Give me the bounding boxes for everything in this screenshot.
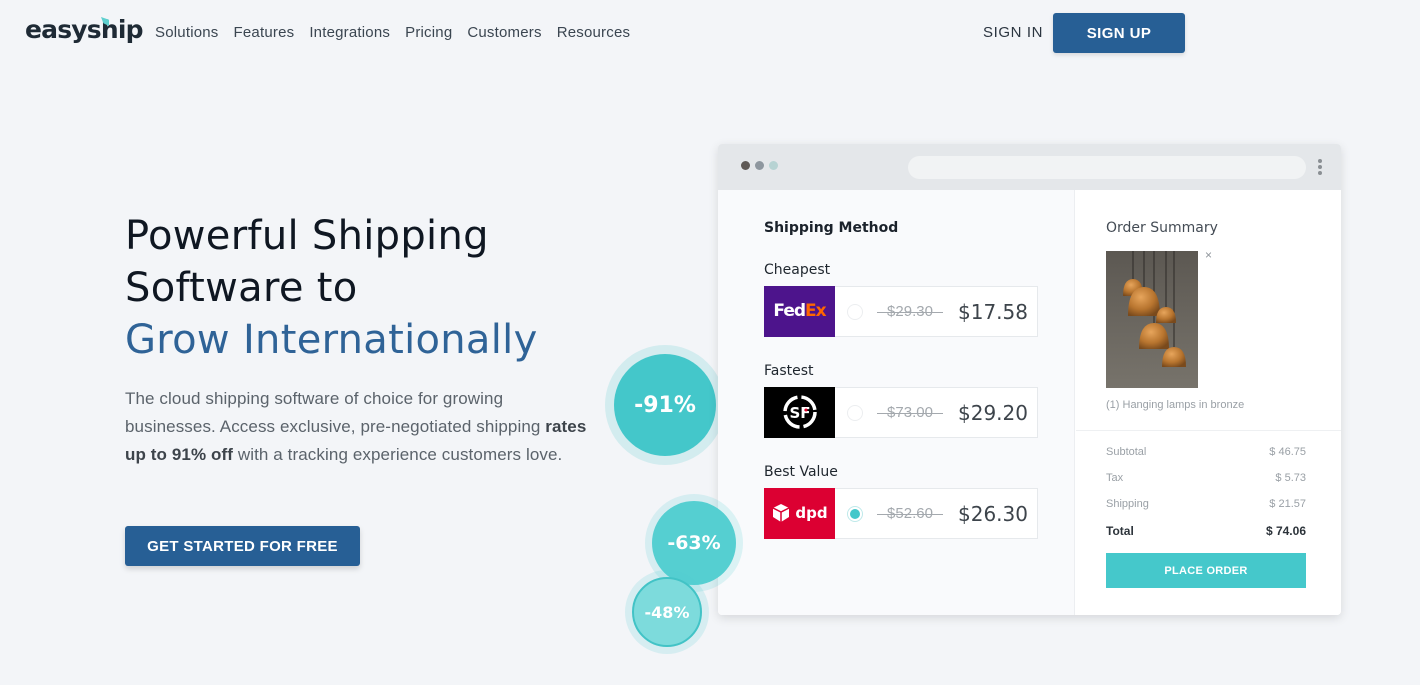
subtotal-row: Subtotal $ 46.75	[1106, 446, 1306, 458]
sign-in-link[interactable]: SIGN IN	[983, 24, 1043, 41]
order-summary-pane: Order Summary × (1) Hanging lamps in bro…	[1076, 190, 1341, 615]
nav-links: Solutions Features Integrations Pricing …	[155, 24, 630, 41]
option-label: Fastest	[764, 363, 814, 379]
radio-button-selected[interactable]	[847, 505, 863, 522]
divider	[1076, 430, 1341, 431]
hero-title-line2: Software to	[125, 265, 358, 311]
total-row: Total $ 74.06	[1106, 524, 1306, 538]
shipping-option: Fastest SF $73.00 $29.20	[764, 363, 1038, 438]
nav-solutions[interactable]: Solutions	[155, 24, 219, 41]
shipping-option: Best Value dpd $52.60 $26.30	[764, 464, 1038, 539]
price: $26.30	[958, 501, 1028, 526]
place-order-button[interactable]: PLACE ORDER	[1106, 553, 1306, 588]
discount-badge-48: -48%	[632, 577, 702, 647]
hero-title: Powerful Shipping Software to Grow Inter…	[125, 210, 538, 366]
order-summary-title: Order Summary	[1106, 220, 1218, 236]
old-price: $52.60	[877, 505, 943, 522]
hero-title-line3: Grow Internationally	[125, 317, 538, 363]
radio-button[interactable]	[847, 303, 863, 320]
option-label: Cheapest	[764, 262, 831, 278]
svg-text:SF: SF	[789, 404, 810, 422]
radio-button[interactable]	[847, 404, 863, 421]
nav-features[interactable]: Features	[234, 24, 295, 41]
easyship-logo[interactable]: easyship	[25, 15, 144, 44]
window-dots	[741, 161, 778, 170]
sign-up-button[interactable]: SIGN UP	[1053, 13, 1185, 53]
hero-description: The cloud shipping software of choice fo…	[125, 385, 595, 469]
order-totals: Subtotal $ 46.75 Tax $ 5.73 Shipping $ 21.5…	[1106, 446, 1306, 550]
shipping-method-title: Shipping Method	[764, 220, 899, 236]
logo-text: easyship	[25, 15, 144, 44]
remove-item-icon[interactable]: ×	[1205, 248, 1212, 262]
nav-pricing[interactable]: Pricing	[405, 24, 452, 41]
address-bar[interactable]	[908, 156, 1306, 179]
old-price: $73.00	[877, 404, 943, 421]
item-caption: (1) Hanging lamps in bronze	[1106, 399, 1245, 411]
fedex-logo: FedEx	[764, 285, 835, 337]
kebab-menu-icon[interactable]	[1318, 159, 1322, 177]
top-nav: easyship Solutions Features Integrations…	[0, 0, 1420, 66]
product-image	[1106, 251, 1198, 388]
shipping-option-row[interactable]: FedEx $29.30 $17.58	[764, 285, 1038, 337]
desc-part2: with a tracking experience customers lov…	[233, 445, 563, 464]
get-started-button[interactable]: GET STARTED FOR FREE	[125, 526, 360, 566]
dpd-logo: dpd	[764, 487, 835, 539]
nav-resources[interactable]: Resources	[557, 24, 631, 41]
price: $17.58	[958, 299, 1028, 324]
dpd-cube-icon	[773, 504, 790, 522]
nav-customers[interactable]: Customers	[467, 24, 541, 41]
tax-row: Tax $ 5.73	[1106, 472, 1306, 484]
dot-icon	[755, 161, 764, 170]
shipping-method-pane: Shipping Method Cheapest FedEx $29.30 $1…	[718, 190, 1075, 615]
desc-part1: The cloud shipping software of choice fo…	[125, 389, 546, 436]
shipping-option: Cheapest FedEx $29.30 $17.58	[764, 262, 1038, 337]
discount-badge-63: -63%	[652, 501, 736, 585]
dot-icon	[769, 161, 778, 170]
shipping-option-row[interactable]: dpd $52.60 $26.30	[764, 487, 1038, 539]
dot-icon	[741, 161, 750, 170]
browser-toolbar	[718, 144, 1341, 190]
nav-integrations[interactable]: Integrations	[309, 24, 390, 41]
option-label: Best Value	[764, 464, 838, 480]
hero-title-line1: Powerful Shipping	[125, 213, 489, 259]
old-price: $29.30	[877, 303, 943, 320]
shipping-row: Shipping $ 21.57	[1106, 498, 1306, 510]
shipping-option-row[interactable]: SF $73.00 $29.20	[764, 386, 1038, 438]
price: $29.20	[958, 400, 1028, 425]
sf-express-logo: SF	[764, 386, 835, 438]
discount-badge-91: -91%	[614, 354, 716, 456]
browser-mockup: Shipping Method Cheapest FedEx $29.30 $1…	[718, 144, 1341, 615]
